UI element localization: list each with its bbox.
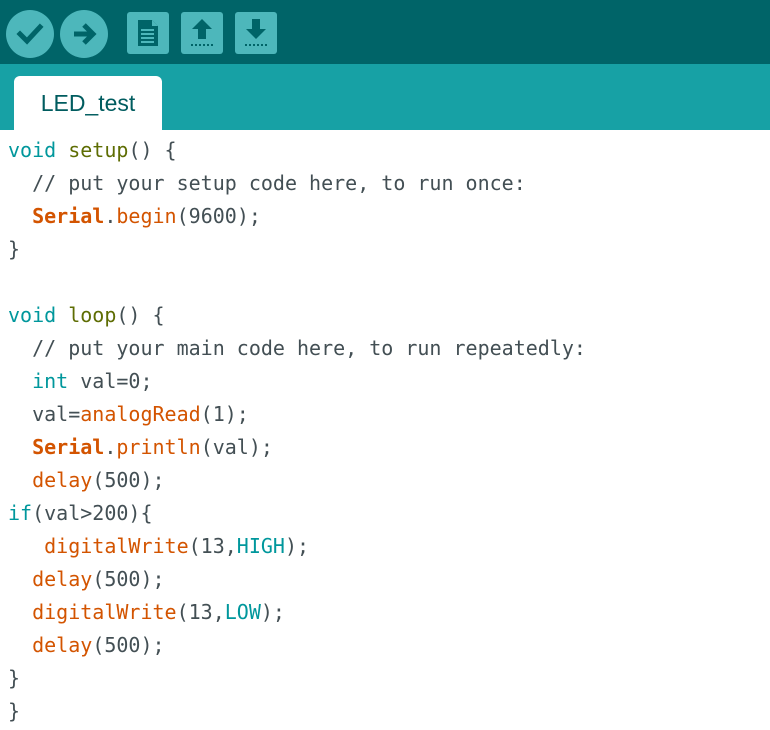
code-token: () { xyxy=(116,303,165,327)
code-token: setup xyxy=(68,138,129,162)
new-file-icon xyxy=(138,20,158,46)
toolbar xyxy=(0,0,770,64)
code-token: begin xyxy=(116,204,177,228)
tab-led-test[interactable]: LED_test xyxy=(14,76,162,130)
code-token: } xyxy=(8,699,21,723)
code-line[interactable]: } xyxy=(8,233,20,266)
code-token: val=0; xyxy=(68,369,153,393)
code-token: (val); xyxy=(200,435,273,459)
save-button[interactable] xyxy=(235,12,277,54)
code-token: (13, xyxy=(188,534,237,558)
code-token: . xyxy=(104,204,117,228)
code-line[interactable]: void setup() { xyxy=(8,134,177,167)
code-token: void xyxy=(8,303,57,327)
check-icon xyxy=(16,23,44,45)
arrow-right-icon xyxy=(74,23,97,45)
code-token: (1); xyxy=(200,402,249,426)
code-token: int xyxy=(32,369,69,393)
code-line[interactable]: void loop() { xyxy=(8,299,165,332)
upload-button[interactable] xyxy=(60,10,108,58)
code-token: (500); xyxy=(92,633,165,657)
code-line[interactable]: // put your setup code here, to run once… xyxy=(8,167,526,200)
code-line[interactable]: } xyxy=(8,695,20,728)
code-token: (500); xyxy=(92,468,165,492)
code-token: LOW xyxy=(224,600,261,624)
code-line[interactable]: digitalWrite(13,HIGH); xyxy=(8,530,309,563)
code-editor[interactable]: void setup() { // put your setup code he… xyxy=(0,130,770,730)
code-token: . xyxy=(104,435,117,459)
tab-label: LED_test xyxy=(40,90,136,116)
code-line[interactable]: if(val>200){ xyxy=(8,497,153,530)
verify-button[interactable] xyxy=(6,10,54,58)
code-token: } xyxy=(8,237,21,261)
code-token: (val>200){ xyxy=(32,501,153,525)
code-token: // put your setup code here, to run once… xyxy=(8,171,526,195)
code-line[interactable]: } xyxy=(8,662,20,695)
code-token: () { xyxy=(128,138,177,162)
code-token: } xyxy=(8,666,21,690)
code-token: Serial xyxy=(32,204,105,228)
code-token: digitalWrite xyxy=(44,534,189,558)
tab-bar: LED_test xyxy=(0,64,770,130)
code-line[interactable]: delay(500); xyxy=(8,464,165,497)
code-line[interactable]: Serial.begin(9600); xyxy=(8,200,261,233)
code-line[interactable]: delay(500); xyxy=(8,563,165,596)
code-line[interactable]: digitalWrite(13,LOW); xyxy=(8,596,285,629)
code-token: loop xyxy=(68,303,117,327)
code-token: // put your main code here, to run repea… xyxy=(8,336,586,360)
open-button[interactable] xyxy=(181,12,223,54)
code-token: ); xyxy=(284,534,310,558)
code-token: if xyxy=(8,501,33,525)
code-token: val= xyxy=(8,402,81,426)
code-token: digitalWrite xyxy=(32,600,177,624)
code-token: Serial xyxy=(32,435,105,459)
code-token: println xyxy=(116,435,201,459)
arrow-down-icon xyxy=(245,19,267,46)
code-token: HIGH xyxy=(236,534,285,558)
code-line[interactable]: delay(500); xyxy=(8,629,165,662)
code-token: ); xyxy=(260,600,285,624)
code-token: (500); xyxy=(92,567,165,591)
arrow-up-icon xyxy=(191,19,213,46)
code-token: void xyxy=(8,138,57,162)
code-token: delay xyxy=(32,633,93,657)
code-line[interactable]: val=analogRead(1); xyxy=(8,398,249,431)
code-token: analogRead xyxy=(80,402,201,426)
code-token: delay xyxy=(32,468,93,492)
code-line[interactable]: Serial.println(val); xyxy=(8,431,273,464)
code-line[interactable]: int val=0; xyxy=(8,365,153,398)
code-token: (13, xyxy=(176,600,225,624)
code-line[interactable]: // put your main code here, to run repea… xyxy=(8,332,586,365)
code-token: delay xyxy=(32,567,93,591)
new-button[interactable] xyxy=(127,12,169,54)
code-token: (9600); xyxy=(176,204,261,228)
